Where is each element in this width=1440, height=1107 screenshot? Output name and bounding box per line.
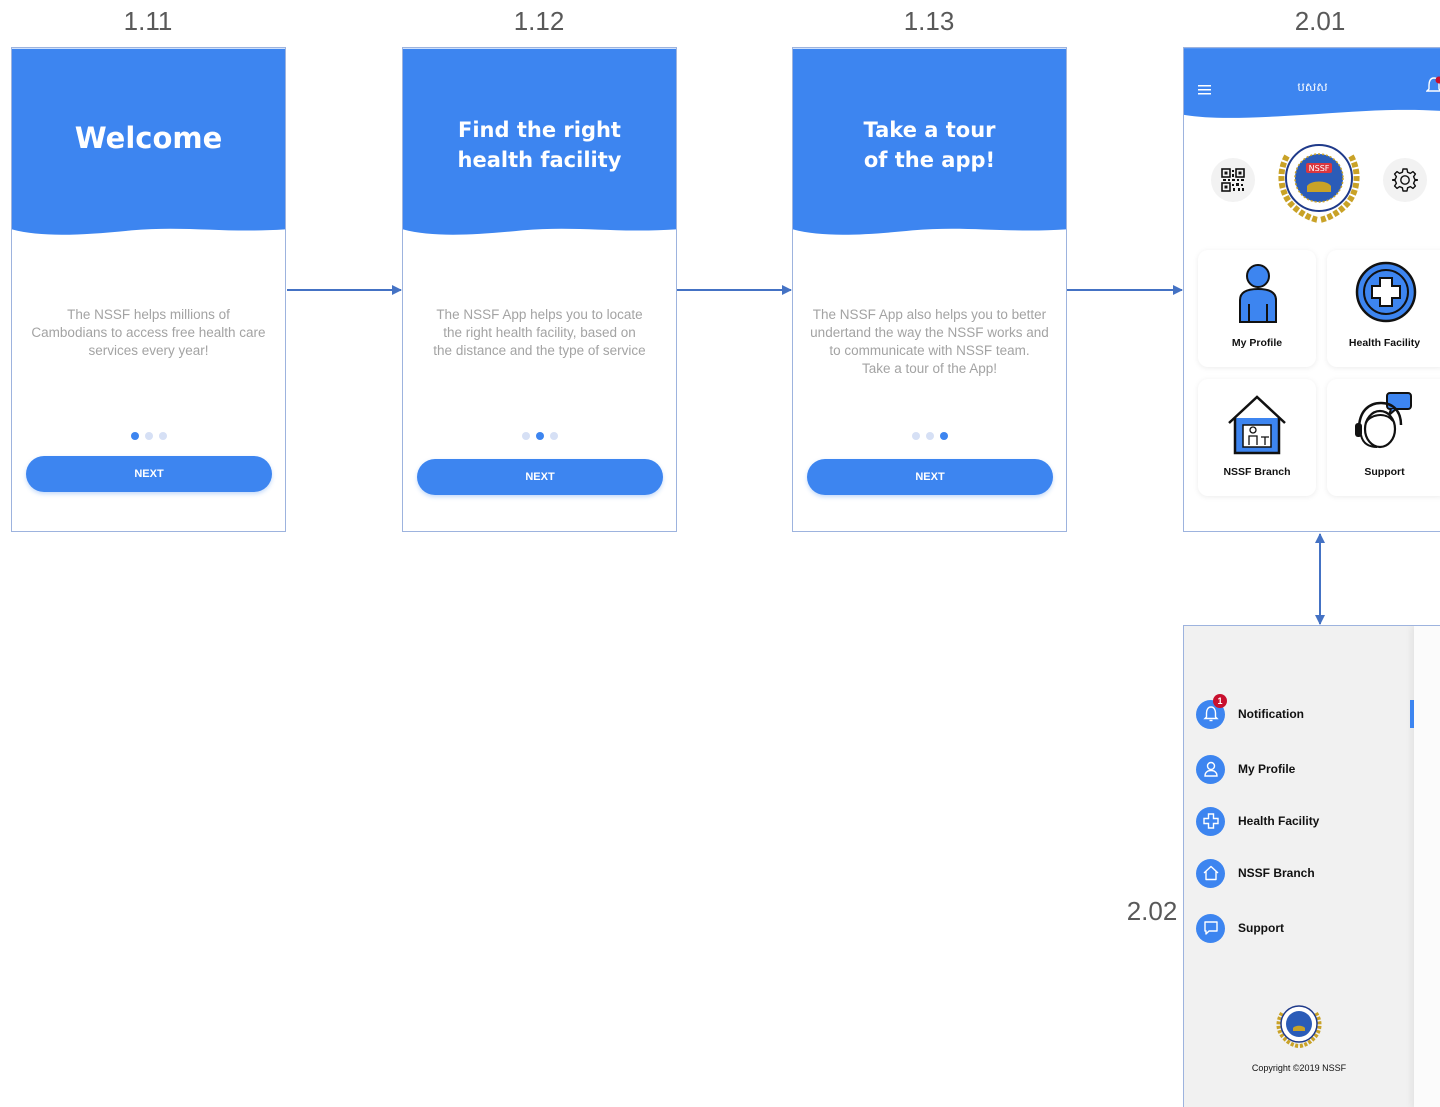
screen-welcome: Welcome The NSSF helps millions of Cambo…: [11, 47, 286, 532]
page-dot[interactable]: [144, 432, 153, 440]
text-line: services every year!: [88, 343, 209, 358]
medical-cross-icon: [1354, 260, 1418, 328]
tile-nssf-branch[interactable]: NSSF Branch: [1198, 379, 1316, 496]
page-indicator: [12, 432, 285, 440]
screen-home: បសស NSSF My Profile Health Facility NSSF…: [1183, 47, 1440, 532]
title-line-2: of the app!: [863, 148, 996, 172]
menu-item-support[interactable]: Support: [1196, 913, 1284, 943]
notification-badge: 1: [1213, 693, 1227, 708]
page-indicator: [793, 432, 1066, 440]
medical-cross-icon: [1196, 806, 1225, 836]
page-indicator: [403, 432, 676, 440]
text-line: The NSSF App also helps you to better: [812, 307, 1047, 322]
logo-text: NSSF: [1309, 164, 1330, 173]
title-line-1: Find the right: [458, 118, 621, 142]
chat-icon: [1196, 913, 1225, 943]
tile-support[interactable]: Support: [1327, 379, 1440, 496]
onboarding-text: The NSSF helps millions of Cambodians to…: [26, 306, 271, 360]
drawer-shadow-edge: [1414, 626, 1440, 1107]
text-line: undertand the way the NSSF works and: [810, 325, 1049, 340]
menu-item-notification[interactable]: 1 Notification: [1196, 693, 1304, 729]
onboarding-text: The NSSF App helps you to locate the rig…: [417, 306, 662, 360]
bell-icon: 1: [1196, 693, 1227, 729]
person-icon: [1235, 262, 1281, 328]
page-dot[interactable]: [158, 432, 167, 440]
tile-label: Health Facility: [1348, 337, 1421, 349]
screen-drawer: 1 Notification My Profile Health Facilit…: [1183, 625, 1440, 1107]
tile-label: NSSF Branch: [1223, 466, 1291, 478]
headset-icon: [1353, 389, 1415, 457]
copyright-text: Copyright ©2019 NSSF: [1251, 1063, 1347, 1073]
title-line-1: Take a tour: [863, 118, 996, 142]
menu-item-health-facility[interactable]: Health Facility: [1196, 806, 1319, 836]
house-icon: [1196, 858, 1225, 888]
text-line: The NSSF App helps you to locate: [436, 307, 643, 322]
bell-icon[interactable]: [1425, 76, 1440, 100]
page-dot[interactable]: [549, 432, 558, 440]
text-line: to communicate with NSSF team.: [829, 343, 1030, 358]
page-dot[interactable]: [911, 432, 920, 440]
gear-icon[interactable]: [1383, 158, 1427, 202]
app-header-title: បសស: [1297, 80, 1328, 94]
title-line-2: health facility: [457, 148, 622, 172]
onboarding-text: The NSSF App also helps you to better un…: [807, 306, 1052, 378]
screen-take-tour: Take a tour of the app! The NSSF App als…: [792, 47, 1067, 532]
page-dot[interactable]: [925, 432, 934, 440]
page-dot-active[interactable]: [939, 432, 948, 440]
page-dot-active[interactable]: [130, 432, 139, 440]
tile-health-facility[interactable]: Health Facility: [1327, 250, 1440, 367]
tile-label: My Profile: [1231, 337, 1283, 349]
menu-label: Support: [1238, 921, 1284, 935]
next-button[interactable]: NEXT: [417, 459, 663, 495]
page-dot[interactable]: [521, 432, 530, 440]
next-button[interactable]: NEXT: [26, 456, 272, 492]
nssf-logo-small: [1274, 1001, 1324, 1053]
onboarding-title: Welcome: [12, 120, 285, 156]
text-line: the distance and the type of service: [433, 343, 646, 358]
title-line-1: Welcome: [74, 121, 223, 155]
menu-label: Notification: [1238, 707, 1304, 721]
next-button[interactable]: NEXT: [807, 459, 1053, 495]
person-icon: [1196, 754, 1225, 784]
menu-item-nssf-branch[interactable]: NSSF Branch: [1196, 858, 1315, 888]
menu-label: NSSF Branch: [1238, 866, 1315, 880]
menu-label: My Profile: [1238, 762, 1296, 776]
tile-label: Support: [1364, 466, 1405, 478]
nssf-logo: NSSF: [1273, 136, 1365, 228]
text-line: Cambodians to access free health care: [31, 325, 266, 340]
tile-my-profile[interactable]: My Profile: [1198, 250, 1316, 367]
text-line: the right health facility, based on: [443, 325, 636, 340]
page-dot-active[interactable]: [535, 432, 544, 440]
text-line: The NSSF helps millions of: [67, 307, 230, 322]
onboarding-title: Take a tour of the app!: [793, 115, 1066, 175]
menu-label: Health Facility: [1238, 814, 1320, 828]
onboarding-title: Find the right health facility: [403, 115, 676, 175]
house-icon: [1226, 393, 1288, 459]
text-line: Take a tour of the App!: [861, 361, 998, 376]
active-indicator: [1410, 700, 1414, 728]
screen-find-facility: Find the right health facility The NSSF …: [402, 47, 677, 532]
menu-item-my-profile[interactable]: My Profile: [1196, 754, 1295, 784]
qr-code-icon[interactable]: [1211, 158, 1255, 202]
